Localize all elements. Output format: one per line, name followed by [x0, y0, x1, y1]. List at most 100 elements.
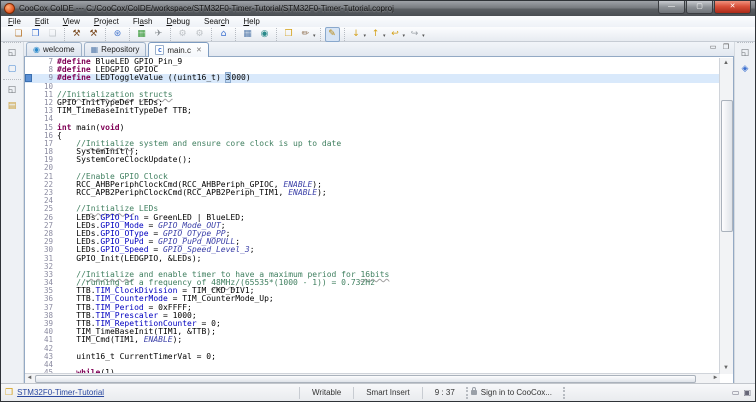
menu-file[interactable]: File [1, 16, 28, 27]
restore-pane-icon: ◱ [741, 48, 750, 58]
browser-button[interactable]: ◉ [257, 27, 272, 42]
restore-pane-icon: ◱ [8, 85, 17, 95]
signin-button[interactable]: Sign in to CooCox... [481, 388, 560, 397]
dropdown-caret-icon[interactable]: ▾ [364, 33, 367, 39]
back-button[interactable]: ↩ [388, 27, 403, 42]
scroll-down-icon[interactable]: ▼ [720, 363, 732, 374]
menu-flash[interactable]: Flash [126, 16, 160, 27]
code-line[interactable]: 44 [25, 361, 720, 369]
globe-icon: ◉ [33, 45, 40, 54]
code-line[interactable]: 43 uint16_t CurrentTimerVal = 0; [25, 353, 720, 361]
vertical-scrollbar[interactable]: ▲ ▼ [719, 58, 733, 374]
maximize-button[interactable]: ▢ [686, 1, 713, 14]
annotation-ruler [25, 353, 33, 361]
tab-main-c[interactable]: cmain.c✕ [148, 42, 208, 57]
rebuild-button[interactable]: ⚒ [86, 27, 101, 42]
minimize-pane-icon[interactable]: ▭ [708, 44, 718, 53]
annotation-ruler [25, 66, 33, 74]
gear-icon: ⚙ [178, 29, 186, 39]
menu-help[interactable]: Help [236, 16, 266, 27]
annotation-ruler [25, 91, 33, 99]
code-line[interactable]: 9#define LEDToggleValue ((uint16_t) 3000… [25, 74, 720, 82]
close-button[interactable]: ✕ [714, 1, 751, 14]
code-line[interactable]: 41 TIM_Cmd(TIM1, ENABLE); [25, 336, 720, 344]
code-line[interactable]: 14 [25, 115, 720, 123]
build-button[interactable]: ⚒ [69, 27, 84, 42]
menu-view[interactable]: View [56, 16, 87, 27]
tab-repository[interactable]: ▦Repository [84, 42, 147, 56]
save-icon: ❏ [48, 29, 56, 39]
horizontal-scroll-thumb[interactable] [35, 375, 696, 383]
annotation-ruler [25, 271, 33, 279]
maximize-pane-icon[interactable]: ❐ [721, 44, 731, 53]
scroll-up-icon[interactable]: ▲ [720, 58, 732, 69]
tab-welcome[interactable]: ◉welcome [26, 42, 82, 56]
menu-project[interactable]: Project [87, 16, 126, 27]
dropdown-caret-icon[interactable]: ▾ [422, 33, 425, 39]
code-line[interactable]: 19 SystemCoreClockUpdate(); [25, 156, 720, 164]
dropdown-caret-icon[interactable]: ▾ [313, 33, 316, 39]
configuration-button[interactable]: ✏ [298, 27, 313, 42]
chip-icon: ▦ [137, 29, 146, 39]
open-folder-icon: ❒ [284, 29, 292, 39]
up-arrow-icon: ↑ [372, 29, 380, 39]
debug-settings-button[interactable]: ⊛ [110, 27, 125, 42]
open-project-button[interactable]: ❒ [281, 27, 296, 42]
download-to-flash-button[interactable]: ▦ [134, 27, 149, 42]
horizontal-scrollbar[interactable]: ◄ ► [25, 373, 720, 383]
window-title: CooCox CoIDE --- C:/CooCox/CoIDE/workspa… [19, 4, 394, 13]
toggle-highlight-button[interactable]: ✎ [325, 27, 340, 42]
fast-view-icon[interactable]: ▭ [732, 388, 740, 397]
erase-chip-button[interactable]: ✈ [151, 27, 166, 42]
home-button[interactable]: ⌂ [216, 27, 231, 42]
annotation-ruler [25, 148, 33, 156]
prev-annotation-button[interactable]: ↑ [368, 27, 383, 42]
scroll-right-icon[interactable]: ► [711, 374, 720, 382]
restore-view-button[interactable]: ◱ [5, 83, 19, 97]
debug-view-button[interactable]: ◈ [738, 62, 752, 76]
cursor-position: 9 : 37 [427, 388, 463, 397]
console-icon[interactable]: ▣ [743, 388, 751, 397]
home-icon: ⌂ [221, 29, 227, 39]
code-line[interactable]: 15int main(void) [25, 124, 720, 132]
browser-view-button[interactable]: ▤ [5, 99, 19, 113]
tab-label: main.c [167, 46, 191, 55]
title-bar[interactable]: CooCox CoIDE --- C:/CooCox/CoIDE/workspa… [1, 1, 755, 16]
next-annotation-button[interactable]: ↓ [349, 27, 364, 42]
new-file-button[interactable]: ❏ [11, 27, 26, 42]
annotation-ruler [25, 115, 33, 123]
annotation-ruler [25, 230, 33, 238]
code-line[interactable]: 23 RCC_APB2PeriphClockCmd(RCC_APB2Periph… [25, 189, 720, 197]
open-file-button[interactable]: ❐ [28, 27, 43, 42]
dropdown-caret-icon[interactable]: ▾ [403, 33, 406, 39]
scroll-left-icon[interactable]: ◄ [25, 374, 34, 382]
repository-button[interactable]: ▦ [240, 27, 255, 42]
annotation-ruler [25, 312, 33, 320]
menu-search[interactable]: Search [197, 16, 236, 27]
vertical-scroll-thumb[interactable] [721, 100, 733, 232]
folder-page-icon: ▤ [8, 101, 17, 111]
code-editor[interactable]: 7#define BlueLED GPIO_Pin_98#define LEDG… [24, 57, 734, 384]
forward-button[interactable]: ↪ [407, 27, 422, 42]
annotation-ruler [25, 58, 33, 66]
annotation-ruler [25, 189, 33, 197]
code-area[interactable]: 7#define BlueLED GPIO_Pin_98#define LEDG… [25, 58, 720, 374]
annotation-ruler [25, 345, 33, 353]
code-line[interactable]: 13TIM_TimeBaseInitTypeDef TTB; [25, 107, 720, 115]
toolbar: ❏❐❏⚒⚒⊛▦✈⚙⚙⌂▦◉❒✏▾✎↓▾↑▾↩▾↪▾ [1, 27, 755, 42]
restore-view-button[interactable]: ◱ [738, 46, 752, 60]
minimize-button[interactable]: — [658, 1, 685, 14]
restore-view-button[interactable]: ◱ [5, 46, 19, 60]
current-line-marker [25, 74, 32, 82]
project-view-button[interactable]: ▢ [5, 62, 19, 76]
project-link[interactable]: STM32F0-Timer-Tutorial [17, 388, 104, 397]
menu-edit[interactable]: Edit [28, 16, 56, 27]
erase-icon: ✈ [155, 29, 163, 39]
line-number: 7 [33, 58, 57, 66]
close-tab-icon[interactable]: ✕ [196, 46, 202, 54]
annotation-ruler [25, 173, 33, 181]
menu-debug[interactable]: Debug [159, 16, 197, 27]
dropdown-caret-icon[interactable]: ▾ [383, 33, 386, 39]
code-line[interactable]: 31 GPIO_Init(LEDGPIO, &LEDs); [25, 255, 720, 263]
fast-view-bar-right: ◱◈ [734, 42, 755, 384]
